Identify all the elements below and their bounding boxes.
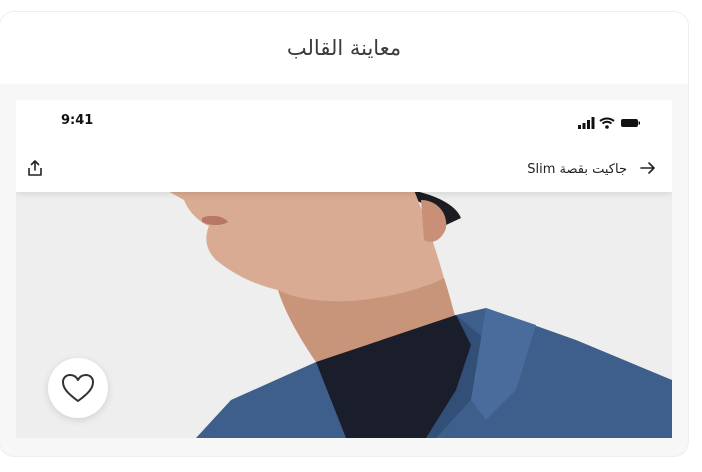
template-preview-card: معاينة القالب 9:41 جاكيت بقصة Slim <box>0 12 688 456</box>
status-icons <box>578 114 640 133</box>
wifi-icon <box>599 117 615 129</box>
product-title: جاكيت بقصة Slim <box>527 162 627 177</box>
card-header: معاينة القالب <box>0 12 688 84</box>
battery-icon <box>621 119 640 127</box>
arrow-right-icon[interactable] <box>640 160 656 179</box>
app-top-bar: 9:41 جاكيت بقصة Slim <box>16 100 672 192</box>
card-title: معاينة القالب <box>286 36 402 60</box>
share-icon[interactable] <box>26 159 44 181</box>
status-time: 9:41 <box>61 113 94 128</box>
signal-icon <box>578 117 595 129</box>
heart-icon <box>62 374 94 402</box>
favorite-button[interactable] <box>48 358 108 418</box>
phone-preview: 9:41 جاكيت بقصة Slim <box>16 100 672 438</box>
